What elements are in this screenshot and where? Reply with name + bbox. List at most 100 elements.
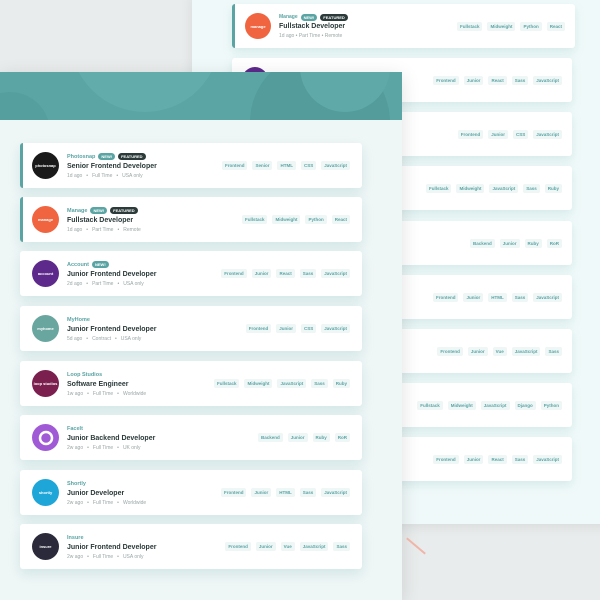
filter-tag: Sass <box>511 292 529 302</box>
filter-tag[interactable]: Fullstack <box>241 215 268 224</box>
company-name[interactable]: MyHome <box>67 317 90 323</box>
job-location: Worldwide <box>122 390 147 397</box>
job-info: Shortly Junior Developer 2w ago • Full Time •… <box>67 480 202 506</box>
filter-tag[interactable]: JavaScript <box>321 324 350 333</box>
job-title: Fullstack Developer <box>279 22 346 30</box>
filter-tag[interactable]: Ruby <box>332 379 350 388</box>
filter-tag[interactable]: Fullstack <box>213 379 240 388</box>
meta-separator: • <box>117 444 119 451</box>
filter-tag: RoR <box>546 238 562 248</box>
filter-tag: JavaScript <box>533 129 562 139</box>
filter-tag: JavaScript <box>533 75 562 85</box>
job-title[interactable]: Senior Frontend Developer <box>67 163 202 170</box>
posted-time: 2w ago <box>67 444 84 451</box>
job-tags: Frontend Junior React Sass JavaScript <box>221 269 350 278</box>
filter-tag[interactable]: Frontend <box>221 269 247 278</box>
faceit-logo-icon <box>38 430 53 445</box>
filter-tag[interactable]: Junior <box>287 433 308 442</box>
job-location: Worldwide <box>122 499 147 506</box>
job-card[interactable]: photosnap Photosnap NEW! FEATURED Senior Fro… <box>20 143 362 188</box>
company-logo: loop studios <box>32 370 59 397</box>
filter-tag[interactable]: Junior <box>255 542 276 551</box>
filter-tag[interactable]: Sass <box>299 488 317 497</box>
job-meta: 1d ago • Part Time • Remote <box>67 227 202 233</box>
job-title[interactable]: Junior Frontend Developer <box>67 271 202 278</box>
company-name[interactable]: Account <box>67 262 89 268</box>
job-tags: Frontend Junior CSS JavaScript <box>457 129 562 139</box>
company-name[interactable]: Shortly <box>67 481 86 487</box>
filter-tag: Python <box>540 400 562 410</box>
job-title[interactable]: Junior Backend Developer <box>67 435 202 442</box>
filter-tag[interactable]: CSS <box>300 161 317 170</box>
filter-tag[interactable]: Sass <box>299 269 317 278</box>
meta-separator: • <box>87 390 89 397</box>
job-card[interactable]: myhome MyHome Junior Frontend Developer 5d … <box>20 306 362 351</box>
filter-tag[interactable]: Frontend <box>221 161 248 170</box>
meta-separator: • <box>87 499 89 506</box>
header-pattern-shape <box>70 72 220 112</box>
decorative-stroke <box>406 537 426 555</box>
company-logo: account <box>32 260 59 287</box>
filter-tag: HTML <box>488 292 507 302</box>
filter-tag[interactable]: JavaScript <box>321 269 350 278</box>
job-card[interactable]: FaceIt Junior Backend Developer 2w ago • Ful… <box>20 415 362 460</box>
filter-tag[interactable]: Vue <box>280 542 295 551</box>
job-info: Manage NEW! FEATURED Fullstack Developer 1d … <box>67 207 202 233</box>
job-card[interactable]: shortly Shortly Junior Developer 2w ago • Ful… <box>20 470 362 515</box>
job-title[interactable]: Junior Developer <box>67 490 202 497</box>
job-card[interactable]: loop studios Loop Studios Software Enginee… <box>20 361 362 406</box>
filter-tag[interactable]: Ruby <box>312 433 330 442</box>
filter-tag[interactable]: Junior <box>251 269 272 278</box>
filter-tag[interactable]: React <box>331 215 350 224</box>
filter-tag[interactable]: Junior <box>251 488 272 497</box>
meta-separator: • <box>86 172 89 179</box>
company-row: AccountNEW! <box>67 261 202 269</box>
filter-tag[interactable]: JavaScript <box>321 488 350 497</box>
filter-tag[interactable]: Python <box>305 215 327 224</box>
filter-tag: Fullstack <box>425 183 452 193</box>
filter-tag[interactable]: JavaScript <box>321 161 350 170</box>
filter-tag: Midweight <box>456 183 485 193</box>
background-job-card: manage Manage NEW! FEATURED Fullstack Develo… <box>232 4 575 48</box>
job-location: USA only <box>120 335 142 342</box>
company-row: Manage NEW! FEATURED <box>279 13 399 21</box>
job-card[interactable]: manage Manage NEW! FEATURED Fullstack Develo… <box>20 197 362 242</box>
filter-tag[interactable]: Frontend <box>220 488 247 497</box>
filter-tag[interactable]: Backend <box>257 433 283 442</box>
company-name[interactable]: FaceIt <box>67 426 83 432</box>
job-meta: 2w ago • Full Time • UK only <box>67 445 202 451</box>
filter-tag[interactable]: JavaScript <box>299 542 329 551</box>
filter-tag[interactable]: Junior <box>276 324 296 333</box>
filter-tag[interactable]: Sass <box>333 542 350 551</box>
company-row: Manage NEW! FEATURED <box>67 207 202 215</box>
filter-tag[interactable]: JavaScript <box>277 379 307 388</box>
job-card[interactable]: insure Insure Junior Frontend Developer 2w … <box>20 524 362 569</box>
company-name[interactable]: Insure <box>67 535 84 541</box>
job-title[interactable]: Software Engineer <box>67 381 202 388</box>
job-title[interactable]: Junior Frontend Developer <box>67 544 202 551</box>
filter-tag: Frontend <box>433 75 459 85</box>
job-title[interactable]: Fullstack Developer <box>67 217 202 224</box>
company-logo: manage <box>32 206 59 233</box>
meta-separator: • <box>117 390 119 397</box>
filter-tag[interactable]: HTML <box>276 488 295 497</box>
company-name[interactable]: Manage <box>67 208 87 214</box>
filter-tag: JavaScript <box>533 454 562 464</box>
job-title[interactable]: Junior Frontend Developer <box>67 326 202 333</box>
filter-tag[interactable]: HTML <box>277 161 296 170</box>
company-name[interactable]: Photosnap <box>67 154 95 160</box>
filter-tag[interactable]: Senior <box>252 161 273 170</box>
company-name[interactable]: Loop Studios <box>67 372 102 378</box>
company-logo: photosnap <box>32 152 59 179</box>
filter-tag[interactable]: React <box>276 269 295 278</box>
filter-tag[interactable]: Sass <box>311 379 328 388</box>
filter-tag: Sass <box>523 183 540 193</box>
filter-tag[interactable]: Midweight <box>244 379 273 388</box>
contract-type: Full Time <box>92 444 114 451</box>
filter-tag[interactable]: Frontend <box>245 324 272 333</box>
filter-tag[interactable]: CSS <box>300 324 317 333</box>
job-card[interactable]: account Account NEW! Junior Frontend Develo… <box>20 251 362 296</box>
filter-tag[interactable]: RoR <box>334 433 350 442</box>
filter-tag[interactable]: Midweight <box>272 215 301 224</box>
filter-tag[interactable]: Frontend <box>225 542 251 551</box>
